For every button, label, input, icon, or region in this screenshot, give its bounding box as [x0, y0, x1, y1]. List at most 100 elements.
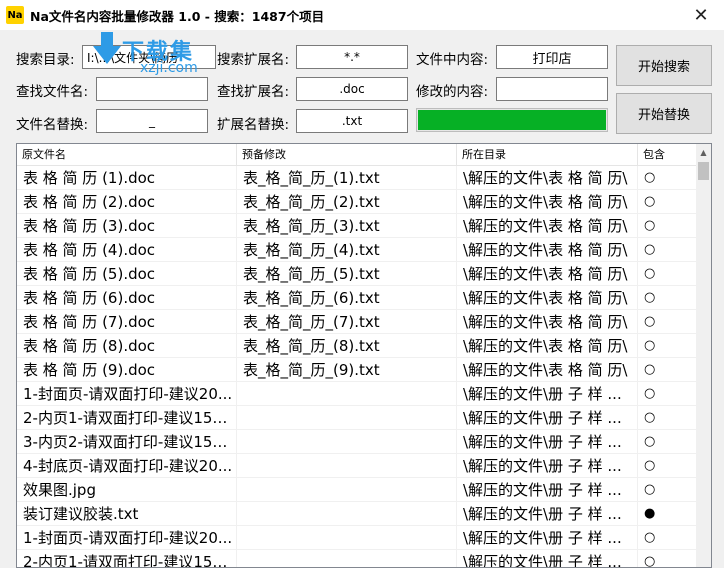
- cell-original-name: 3-内页2-请双面打印-建议157...: [17, 430, 237, 454]
- window-title: Na文件名内容批量修改器 1.0 - 搜索：1487个项目: [30, 8, 325, 24]
- rename-label: 文件名替换:: [16, 117, 89, 133]
- cell-preview-name: 表_格_简_历_(3).txt: [237, 214, 457, 238]
- table-row[interactable]: 效果图.jpg \解压的文件\册 子 样 ... ○: [17, 478, 697, 502]
- modify-content-input[interactable]: [496, 77, 608, 101]
- cell-preview-name: [237, 502, 457, 526]
- table-body: 表 格 简 历 (1).doc 表_格_简_历_(1).txt \解压的文件\表 格…: [17, 166, 697, 567]
- table-row[interactable]: 表 格 简 历 (1).doc 表_格_简_历_(1).txt \解压的文件\表 格…: [17, 166, 697, 190]
- cell-directory: \解压的文件\册 子 样 ...: [457, 382, 638, 406]
- cell-directory: \解压的文件\册 子 样 ...: [457, 454, 638, 478]
- close-button[interactable]: ✕: [678, 0, 724, 30]
- vertical-scrollbar[interactable]: ▲: [696, 144, 711, 567]
- cell-directory: \解压的文件\表 格 简 历\: [457, 190, 638, 214]
- table-row[interactable]: 2-内页1-请双面打印-建议157... \解压的文件\册 子 样 ... ○: [17, 406, 697, 430]
- table-row[interactable]: 4-封底页-请双面打印-建议20... \解压的文件\册 子 样 ... ○: [17, 454, 697, 478]
- cell-original-name: 装订建议胶装.txt: [17, 502, 237, 526]
- cell-directory: \解压的文件\表 格 简 历\: [457, 358, 638, 382]
- cell-contains: ○: [638, 166, 697, 190]
- app-icon: Na: [6, 6, 24, 24]
- cell-original-name: 表 格 简 历 (2).doc: [17, 190, 237, 214]
- cell-preview-name: [237, 478, 457, 502]
- table-row[interactable]: 2-内页1-请双面打印-建议157... \解压的文件\册 子 样 ... ○: [17, 550, 697, 567]
- table-header: 原文件名 预备修改 所在目录 包含: [17, 144, 697, 166]
- cell-preview-name: 表_格_简_历_(2).txt: [237, 190, 457, 214]
- cell-contains: ○: [638, 454, 697, 478]
- table-row[interactable]: 表 格 简 历 (8).doc 表_格_简_历_(8).txt \解压的文件\表 格…: [17, 334, 697, 358]
- header-contains[interactable]: 包含: [638, 144, 697, 166]
- cell-contains: ○: [638, 526, 697, 550]
- cell-directory: \解压的文件\册 子 样 ...: [457, 526, 638, 550]
- cell-original-name: 2-内页1-请双面打印-建议157...: [17, 550, 237, 567]
- find-ext-input[interactable]: .doc: [296, 77, 408, 101]
- content-input[interactable]: 打印店: [496, 45, 608, 69]
- cell-directory: \解压的文件\表 格 简 历\: [457, 166, 638, 190]
- table-row[interactable]: 1-封面页-请双面打印-建议20... \解压的文件\册 子 样 ... ○: [17, 382, 697, 406]
- cell-preview-name: [237, 454, 457, 478]
- cell-preview-name: 表_格_简_历_(8).txt: [237, 334, 457, 358]
- find-ext-label: 查找扩展名:: [217, 84, 290, 100]
- cell-contains: ○: [638, 406, 697, 430]
- table-row[interactable]: 3-内页2-请双面打印-建议157... \解压的文件\册 子 样 ... ○: [17, 430, 697, 454]
- progress-bar: [416, 108, 608, 132]
- table-row[interactable]: 表 格 简 历 (7).doc 表_格_简_历_(7).txt \解压的文件\表 格…: [17, 310, 697, 334]
- cell-directory: \解压的文件\表 格 简 历\: [457, 214, 638, 238]
- cell-contains: ○: [638, 430, 697, 454]
- header-original-name[interactable]: 原文件名: [17, 144, 237, 166]
- cell-contains: ○: [638, 382, 697, 406]
- header-preview-name[interactable]: 预备修改: [237, 144, 457, 166]
- header-directory[interactable]: 所在目录: [457, 144, 638, 166]
- cell-preview-name: 表_格_简_历_(5).txt: [237, 262, 457, 286]
- cell-directory: \解压的文件\表 格 简 历\: [457, 238, 638, 262]
- cell-contains: ○: [638, 334, 697, 358]
- cell-contains: ○: [638, 310, 697, 334]
- cell-contains: ○: [638, 238, 697, 262]
- table-row[interactable]: 表 格 简 历 (4).doc 表_格_简_历_(4).txt \解压的文件\表 格…: [17, 238, 697, 262]
- file-table[interactable]: 原文件名 预备修改 所在目录 包含 表 格 简 历 (1).doc 表_格_简_历…: [16, 143, 712, 568]
- cell-original-name: 2-内页1-请双面打印-建议157...: [17, 406, 237, 430]
- table-row[interactable]: 表 格 简 历 (6).doc 表_格_简_历_(6).txt \解压的文件\表 格…: [17, 286, 697, 310]
- table-row[interactable]: 1-封面页-请双面打印-建议20... \解压的文件\册 子 样 ... ○: [17, 526, 697, 550]
- table-row[interactable]: 表 格 简 历 (9).doc 表_格_简_历_(9).txt \解压的文件\表 格…: [17, 358, 697, 382]
- cell-original-name: 4-封底页-请双面打印-建议20...: [17, 454, 237, 478]
- cell-preview-name: 表_格_简_历_(6).txt: [237, 286, 457, 310]
- cell-preview-name: [237, 550, 457, 567]
- cell-original-name: 表 格 简 历 (4).doc: [17, 238, 237, 262]
- start-replace-button[interactable]: 开始替换: [616, 93, 712, 134]
- cell-original-name: 表 格 简 历 (6).doc: [17, 286, 237, 310]
- progress-fill: [418, 110, 606, 130]
- ext-replace-input[interactable]: .txt: [296, 109, 408, 133]
- cell-contains: ○: [638, 214, 697, 238]
- cell-directory: \解压的文件\册 子 样 ...: [457, 478, 638, 502]
- cell-original-name: 1-封面页-请双面打印-建议20...: [17, 526, 237, 550]
- scroll-thumb[interactable]: [698, 162, 709, 180]
- cell-original-name: 1-封面页-请双面打印-建议20...: [17, 382, 237, 406]
- search-ext-input[interactable]: *.*: [296, 45, 408, 69]
- title-bar: Na Na文件名内容批量修改器 1.0 - 搜索：1487个项目 ✕: [0, 0, 724, 30]
- find-name-input[interactable]: [96, 77, 208, 101]
- table-row[interactable]: 表 格 简 历 (3).doc 表_格_简_历_(3).txt \解压的文件\表 格…: [17, 214, 697, 238]
- modify-content-label: 修改的内容:: [416, 84, 489, 100]
- cell-contains: ○: [638, 550, 697, 567]
- start-search-button[interactable]: 开始搜索: [616, 45, 712, 86]
- rename-input[interactable]: _: [96, 109, 208, 133]
- table-row[interactable]: 表 格 简 历 (5).doc 表_格_简_历_(5).txt \解压的文件\表 格…: [17, 262, 697, 286]
- cell-preview-name: [237, 526, 457, 550]
- cell-preview-name: 表_格_简_历_(1).txt: [237, 166, 457, 190]
- cell-preview-name: 表_格_简_历_(9).txt: [237, 358, 457, 382]
- table-row[interactable]: 装订建议胶装.txt \解压的文件\册 子 样 ... ●: [17, 502, 697, 526]
- cell-preview-name: 表_格_简_历_(7).txt: [237, 310, 457, 334]
- cell-directory: \解压的文件\册 子 样 ...: [457, 430, 638, 454]
- cell-contains: ○: [638, 358, 697, 382]
- table-row[interactable]: 表 格 简 历 (2).doc 表_格_简_历_(2).txt \解压的文件\表 格…: [17, 190, 697, 214]
- cell-preview-name: [237, 382, 457, 406]
- cell-directory: \解压的文件\表 格 简 历\: [457, 334, 638, 358]
- content-label: 文件中内容:: [416, 52, 489, 68]
- ext-replace-label: 扩展名替换:: [217, 117, 290, 133]
- search-dir-input[interactable]: I:\...\文件夹\简历: [82, 45, 216, 69]
- cell-contains: ○: [638, 478, 697, 502]
- cell-preview-name: [237, 430, 457, 454]
- cell-preview-name: 表_格_简_历_(4).txt: [237, 238, 457, 262]
- cell-original-name: 表 格 简 历 (7).doc: [17, 310, 237, 334]
- scroll-up-arrow-icon[interactable]: ▲: [696, 144, 711, 161]
- cell-contains: ○: [638, 190, 697, 214]
